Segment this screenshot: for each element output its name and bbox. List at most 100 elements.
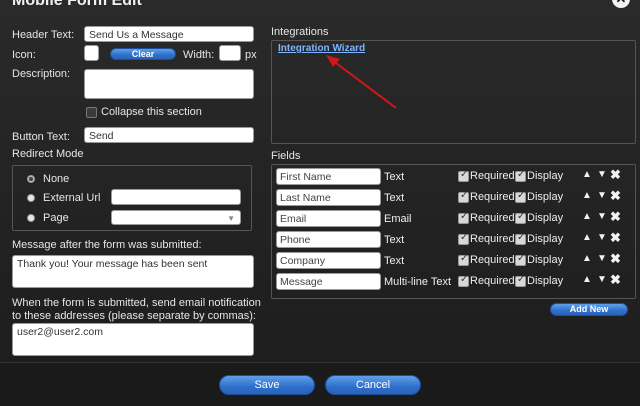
move-down-icon[interactable]: ▼ [597,169,607,180]
add-new-field-button[interactable]: Add New [550,303,628,316]
field-required-checkbox[interactable] [458,169,469,182]
header-text-input[interactable]: Send Us a Message [84,26,254,42]
redirect-external-url-label: External Url [43,192,101,204]
fields-title: Fields [271,150,301,162]
delete-icon[interactable]: ✖ [610,188,621,204]
field-required-checkbox[interactable] [458,211,469,224]
field-required-label: Required [470,191,515,203]
field-type-label: Text [384,234,405,246]
move-up-icon[interactable]: ▲ [582,211,592,222]
field-name-input[interactable]: Company [276,252,381,269]
field-type-label: Text [384,192,405,204]
field-name-input[interactable]: Email [276,210,381,227]
redirect-none-radio[interactable] [27,175,35,183]
field-display-checkbox[interactable] [515,232,526,245]
width-input[interactable] [219,45,241,61]
field-display-label: Display [527,254,564,266]
dialog-footer: Save Cancel [0,362,640,406]
field-row: Message Multi-line Text Required Display… [276,272,636,291]
redirect-mode-panel: None External Url Page ▼ [12,165,252,231]
delete-icon[interactable]: ✖ [610,230,621,246]
field-row: Phone Text Required Display ▲ ▼ ✖ [276,230,636,249]
field-display-label: Display [527,233,564,245]
email-notification-label: When the form is submitted, send email n… [12,297,261,322]
redirect-mode-label: Redirect Mode [12,148,84,160]
title-bar: Mobile Form Edit ✕ [0,0,640,16]
delete-icon[interactable]: ✖ [610,167,621,183]
field-required-checkbox[interactable] [458,232,469,245]
field-display-checkbox[interactable] [515,211,526,224]
move-down-icon[interactable]: ▼ [597,232,607,243]
field-required-checkbox[interactable] [458,253,469,266]
move-down-icon[interactable]: ▼ [597,190,607,201]
field-required-label: Required [470,212,515,224]
description-textarea[interactable] [84,69,254,99]
field-type-label: Text [384,171,405,183]
field-display-checkbox[interactable] [515,190,526,203]
field-required-label: Required [470,170,515,182]
move-up-icon[interactable]: ▲ [582,232,592,243]
field-display-checkbox[interactable] [515,274,526,287]
icon-picker[interactable] [84,45,99,61]
redirect-page-radio[interactable] [27,214,35,222]
field-type-label: Email [384,213,412,225]
field-name-input[interactable]: Message [276,273,381,290]
arrow-annotation-icon [326,55,397,109]
collapse-section-label: Collapse this section [101,106,202,118]
field-display-label: Display [527,191,564,203]
button-text-label: Button Text: [12,131,70,143]
save-button[interactable]: Save [219,375,315,395]
field-required-label: Required [470,233,515,245]
field-type-label: Multi-line Text [384,276,452,288]
email-notification-textarea[interactable]: user2@user2.com [12,323,254,356]
redirect-page-label: Page [43,212,69,224]
delete-icon[interactable]: ✖ [610,251,621,267]
move-down-icon[interactable]: ▼ [597,253,607,264]
width-unit-label: px [245,49,257,61]
move-up-icon[interactable]: ▲ [582,253,592,264]
field-required-label: Required [470,275,515,287]
redirect-none-label: None [43,173,70,185]
message-label: Message after the form was submitted: [12,239,202,251]
field-name-input[interactable]: Last Name [276,189,381,206]
delete-icon[interactable]: ✖ [610,209,621,225]
field-row: Company Text Required Display ▲ ▼ ✖ [276,251,636,270]
field-type-label: Text [384,255,405,267]
integrations-title: Integrations [271,26,329,38]
field-name-input[interactable]: Phone [276,231,381,248]
move-up-icon[interactable]: ▲ [582,274,592,285]
move-down-icon[interactable]: ▼ [597,211,607,222]
field-row: Last Name Text Required Display ▲ ▼ ✖ [276,188,636,207]
close-icon[interactable]: ✕ [612,0,630,8]
move-down-icon[interactable]: ▼ [597,274,607,285]
field-display-label: Display [527,170,564,182]
description-label: Description: [12,68,71,80]
field-row: Email Email Required Display ▲ ▼ ✖ [276,209,636,228]
width-label: Width: [183,49,215,61]
field-row: First Name Text Required Display ▲ ▼ ✖ [276,167,636,186]
dialog-title: Mobile Form Edit [12,0,142,9]
button-text-input[interactable]: Send [84,127,254,143]
message-textarea[interactable]: Thank you! Your message has been sent [12,255,254,288]
field-required-checkbox[interactable] [458,190,469,203]
mobile-form-edit-dialog: Mobile Form Edit ✕ Header Text: Send Us … [0,0,640,406]
field-required-checkbox[interactable] [458,274,469,287]
clear-button[interactable]: Clear [110,48,176,60]
field-name-input[interactable]: First Name [276,168,381,185]
external-url-input[interactable] [111,189,241,205]
field-display-label: Display [527,212,564,224]
field-required-label: Required [470,254,515,266]
chevron-down-icon: ▼ [227,214,235,223]
move-up-icon[interactable]: ▲ [582,169,592,180]
field-display-checkbox[interactable] [515,169,526,182]
header-text-label: Header Text: [12,29,75,41]
field-display-checkbox[interactable] [515,253,526,266]
page-select[interactable]: ▼ [111,210,241,225]
move-up-icon[interactable]: ▲ [582,190,592,201]
redirect-external-url-radio[interactable] [27,194,35,202]
collapse-section-checkbox[interactable] [86,107,97,118]
field-display-label: Display [527,275,564,287]
delete-icon[interactable]: ✖ [610,272,621,288]
cancel-button[interactable]: Cancel [325,375,421,395]
icon-label: Icon: [12,49,36,61]
